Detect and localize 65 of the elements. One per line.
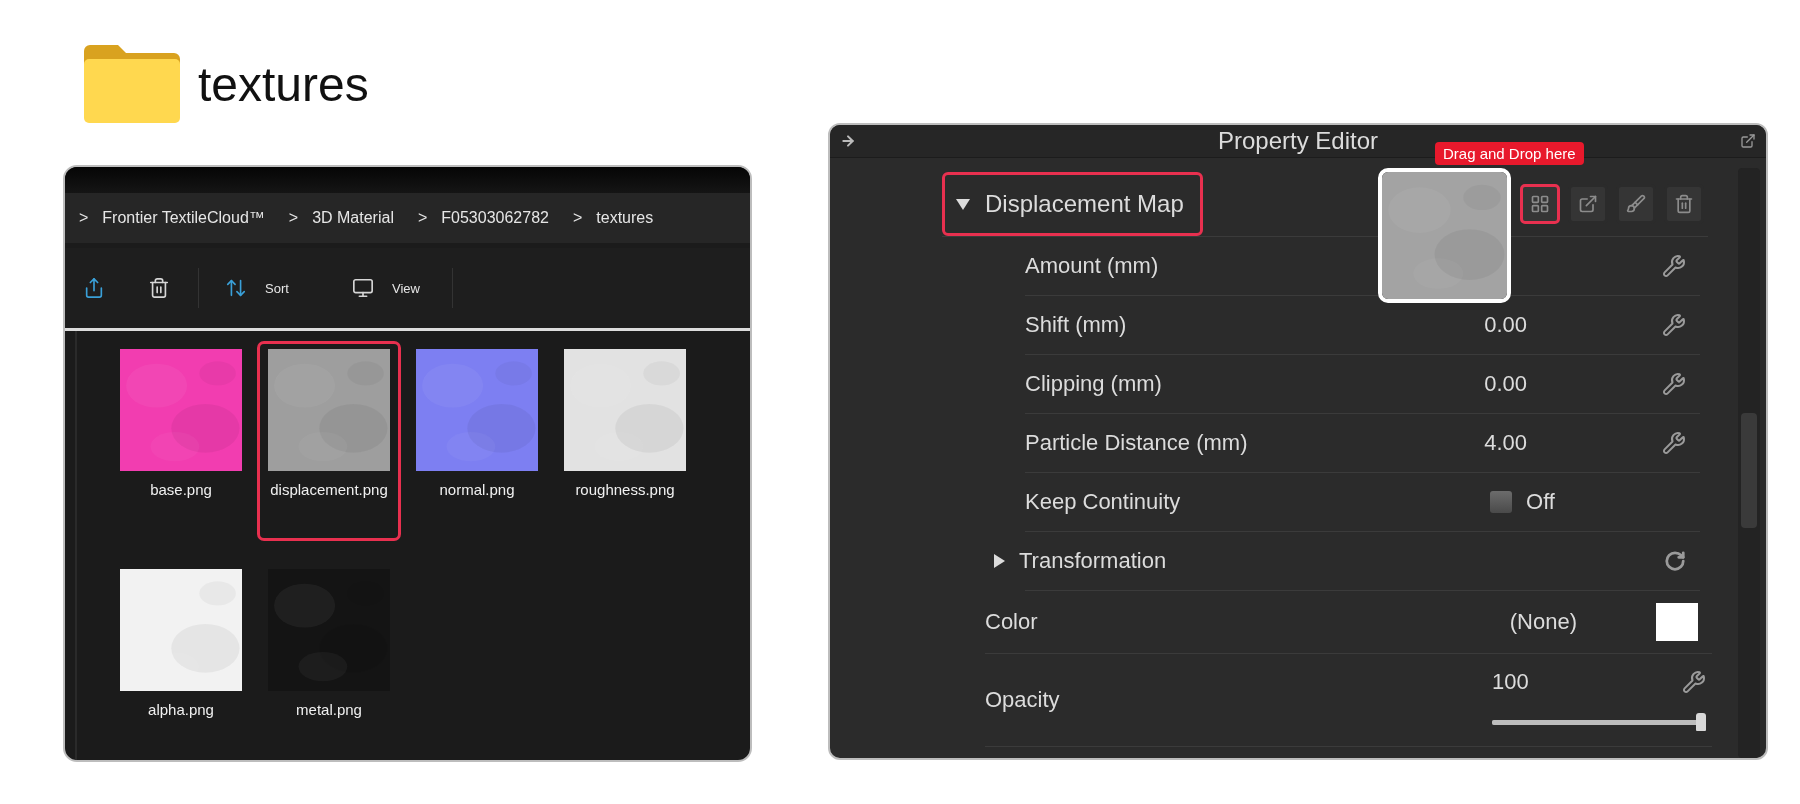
group-header[interactable]: Transformation xyxy=(991,548,1580,574)
export-button[interactable] xyxy=(1568,184,1608,224)
checkbox[interactable] xyxy=(1490,491,1513,513)
breadcrumb-separator: > xyxy=(572,209,583,227)
brush-icon xyxy=(1626,194,1646,214)
grid-button[interactable] xyxy=(1520,184,1560,224)
property-label: Keep Continuity xyxy=(1025,489,1182,515)
opacity-slider[interactable] xyxy=(1492,713,1706,731)
file-name: displacement.png xyxy=(270,481,388,498)
property-label: Shift (mm) xyxy=(1025,312,1128,338)
breadcrumb-link[interactable]: 3D Material xyxy=(312,209,394,227)
panel-title: Property Editor xyxy=(1217,127,1379,155)
wrench-button[interactable] xyxy=(1662,313,1686,337)
scrollbar[interactable] xyxy=(1738,168,1760,758)
file-tile[interactable]: alpha.png xyxy=(109,560,253,760)
wrench-button[interactable] xyxy=(1682,670,1706,694)
file-tile[interactable]: normal.png xyxy=(405,341,549,541)
breadcrumb-separator: > xyxy=(417,209,428,227)
wrench-button[interactable] xyxy=(1662,431,1686,455)
export-icon xyxy=(1578,194,1598,214)
file-tile[interactable]: metal.png xyxy=(257,560,401,760)
folder-title: textures xyxy=(198,56,369,112)
breadcrumb-link[interactable]: Frontier TextileCloud™ xyxy=(102,209,265,227)
drop-hint-badge: Drag and Drop here xyxy=(1435,142,1584,165)
breadcrumb-link[interactable]: textures xyxy=(596,209,654,227)
property-label: Particle Distance (mm) xyxy=(1025,430,1249,456)
reset-icon[interactable] xyxy=(1664,550,1686,572)
property-value[interactable]: 4.00 xyxy=(1484,430,1527,456)
collapsed-triangle-icon xyxy=(991,553,1007,569)
view-button[interactable]: View xyxy=(352,277,452,299)
trash-icon xyxy=(148,277,170,299)
monitor-icon xyxy=(352,277,374,299)
opacity-value[interactable]: 100 xyxy=(1492,669,1529,695)
sort-icon xyxy=(225,277,247,299)
color-value: (None) xyxy=(1509,609,1577,635)
file-tile[interactable]: displacement.png xyxy=(257,341,401,541)
breadcrumb-link[interactable]: F05303062782 xyxy=(441,209,549,227)
breadcrumb-separator: > xyxy=(79,209,89,227)
brush-button[interactable] xyxy=(1616,184,1656,224)
wrench-button[interactable] xyxy=(1662,372,1686,396)
color-swatch[interactable] xyxy=(1656,603,1698,641)
file-name: metal.png xyxy=(296,700,362,718)
file-name: base.png xyxy=(150,481,212,498)
property-label: Opacity xyxy=(985,687,1061,713)
property-label: Amount (mm) xyxy=(1025,253,1160,279)
folder-icon xyxy=(84,45,180,123)
file-tile[interactable]: base.png xyxy=(109,341,253,541)
wrench-button[interactable] xyxy=(1662,254,1686,278)
file-name: normal.png xyxy=(439,481,515,498)
property-label: Color xyxy=(985,609,1039,635)
file-tile[interactable]: roughness.png xyxy=(553,341,697,541)
file-name: roughness.png xyxy=(575,481,675,498)
property-label: Clipping (mm) xyxy=(1025,371,1163,397)
expanded-triangle-icon xyxy=(955,196,971,212)
popout-icon xyxy=(1740,133,1756,149)
sort-button[interactable]: Sort xyxy=(225,277,352,299)
property-value[interactable]: 0.00 xyxy=(1484,371,1527,397)
toggle-value: Off xyxy=(1526,489,1555,515)
grid-icon xyxy=(1530,194,1550,214)
property-value[interactable]: 0.00 xyxy=(1484,312,1527,338)
file-name: alpha.png xyxy=(148,700,214,718)
trash-icon xyxy=(1674,194,1694,214)
section-header[interactable]: Displacement Map xyxy=(942,172,1203,236)
share-icon xyxy=(83,277,105,299)
breadcrumb-separator: > xyxy=(288,209,299,227)
